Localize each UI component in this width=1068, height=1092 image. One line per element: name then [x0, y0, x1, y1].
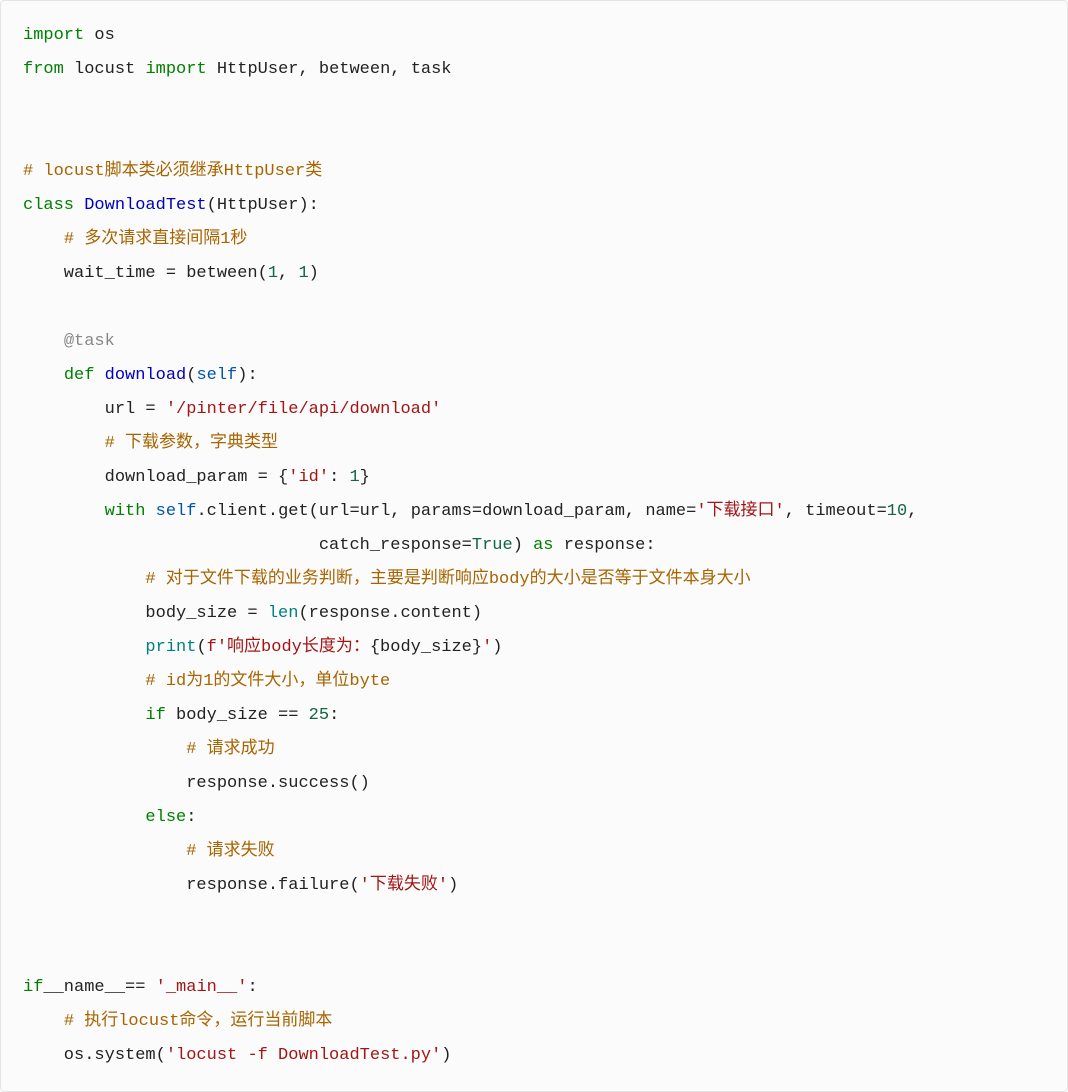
code-token: , timeout=	[785, 502, 887, 521]
code-token: )	[448, 876, 458, 895]
code-token	[23, 230, 64, 249]
code-token: self	[156, 502, 197, 521]
code-comment: # id为1的文件大小，单位byte	[145, 672, 390, 691]
code-token	[145, 502, 155, 521]
code-token: download_param = {	[23, 468, 288, 487]
code-token	[23, 638, 145, 657]
code-token: 'locust -f DownloadTest.py'	[166, 1046, 441, 1065]
code-token: HttpUser, between, task	[207, 60, 452, 79]
code-token: os.system(	[23, 1046, 166, 1065]
code-token: (	[196, 638, 206, 657]
code-token: from	[23, 60, 64, 79]
code-token: '_main__'	[156, 978, 248, 997]
code-token: import	[145, 60, 206, 79]
code-comment: # 执行locust命令，运行当前脚本	[64, 1012, 333, 1031]
code-token: os	[84, 26, 115, 45]
code-token: ):	[237, 366, 257, 385]
code-token	[23, 842, 186, 861]
code-token: class	[23, 196, 74, 215]
code-token: ,	[907, 502, 917, 521]
code-token: body_size ==	[166, 706, 309, 725]
code-token	[94, 366, 104, 385]
code-token	[23, 434, 105, 453]
code-token	[23, 740, 186, 759]
code-comment: # locust脚本类必须继承HttpUser类	[23, 162, 322, 181]
code-token	[74, 196, 84, 215]
code-comment: # 请求失败	[186, 842, 274, 861]
code-block: import os from locust import HttpUser, b…	[0, 0, 1068, 1092]
code-token	[23, 706, 145, 725]
code-token: response.failure(	[23, 876, 360, 895]
code-token	[23, 570, 145, 589]
code-token: 10	[887, 502, 907, 521]
code-token: else	[145, 808, 186, 827]
code-token: (	[186, 366, 196, 385]
code-token: )	[492, 638, 502, 657]
code-token: .client.get(url=url, params=download_par…	[196, 502, 696, 521]
code-comment: # 对于文件下载的业务判断，主要是判断响应body的大小是否等于文件本身大小	[145, 570, 750, 589]
code-token: @task	[64, 332, 115, 351]
code-token: body_size =	[23, 604, 268, 623]
code-token: )	[309, 264, 319, 283]
code-token: True	[472, 536, 513, 555]
code-token: self	[196, 366, 237, 385]
code-token: if	[23, 978, 43, 997]
code-token: 'id'	[288, 468, 329, 487]
code-token: (HttpUser):	[207, 196, 319, 215]
code-token: locust	[64, 60, 146, 79]
code-token: '	[482, 638, 492, 657]
code-token	[23, 1012, 64, 1031]
code-token: '/pinter/file/api/download'	[166, 400, 441, 419]
code-token: __name__	[43, 978, 125, 997]
code-token: download	[105, 366, 187, 385]
code-token: def	[64, 366, 95, 385]
code-token: )	[441, 1046, 451, 1065]
code-comment: # 请求成功	[186, 740, 274, 759]
code-token: :	[329, 468, 349, 487]
code-token: (response.content)	[298, 604, 482, 623]
code-token	[23, 808, 145, 827]
code-token: len	[268, 604, 299, 623]
code-token: '下载失败'	[360, 876, 448, 895]
code-token: :	[186, 808, 196, 827]
code-token: f'响应body长度为：	[207, 638, 370, 657]
code-token: if	[145, 706, 165, 725]
code-token: wait_time = between(	[23, 264, 268, 283]
code-comment: # 多次请求直接间隔1秒	[64, 230, 248, 249]
code-token: 25	[309, 706, 329, 725]
code-token: )	[513, 536, 533, 555]
code-token: url =	[23, 400, 166, 419]
code-token: 1	[349, 468, 359, 487]
code-comment: # 下载参数，字典类型	[105, 434, 278, 453]
code-token	[23, 332, 64, 351]
code-token: 1	[268, 264, 278, 283]
code-token: '下载接口'	[696, 502, 784, 521]
code-token: DownloadTest	[84, 196, 206, 215]
code-token: response.success()	[23, 774, 370, 793]
code-token: response:	[554, 536, 656, 555]
code-token: print	[145, 638, 196, 657]
code-token: {body_size}	[370, 638, 482, 657]
code-token	[23, 672, 145, 691]
code-token	[23, 366, 64, 385]
code-token: }	[360, 468, 370, 487]
code-token: :	[329, 706, 339, 725]
code-token: as	[533, 536, 553, 555]
code-token: with	[105, 502, 146, 521]
code-token: 1	[298, 264, 308, 283]
code-token	[23, 502, 105, 521]
code-token: catch_response=	[23, 536, 472, 555]
code-token: ==	[125, 978, 156, 997]
code-token: :	[247, 978, 257, 997]
code-token: ,	[278, 264, 298, 283]
code-token: import	[23, 26, 84, 45]
